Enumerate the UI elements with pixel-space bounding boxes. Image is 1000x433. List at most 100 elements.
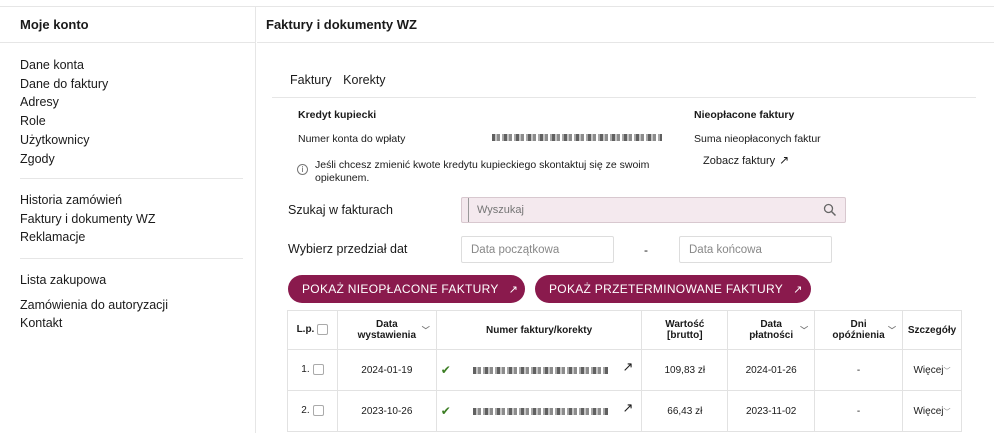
header-lp-label: L.p. <box>296 324 315 336</box>
sidebar-item-zamowienia-do-autoryzacji[interactable]: Zamówienia do autoryzacji <box>20 296 168 315</box>
account-sidebar: Moje konto Dane konta Dane do faktury Ad… <box>0 6 256 433</box>
chevron-down-icon: ﹀ <box>421 326 430 335</box>
row-lp-label: 1. <box>301 364 310 376</box>
arrow-up-right-icon: ↗ <box>508 283 519 296</box>
header-value-line1: Wartość <box>665 319 705 330</box>
row-value: 66,43 zł <box>641 390 729 432</box>
show-unpaid-button-label: POKAŻ NIEOPŁACONE FAKTURY <box>302 282 499 296</box>
row-invoice-number: ✔ ↗ <box>435 390 643 432</box>
view-invoices-link[interactable]: Zobacz faktury ↗ <box>703 153 789 167</box>
header-delay-line2: opóźnienia <box>832 330 885 341</box>
sidebar-item-dane-konta[interactable]: Dane konta <box>20 56 108 75</box>
date-range-label: Wybierz przedział dat <box>288 242 408 256</box>
tabs-divider <box>272 97 976 98</box>
header-value-line2: [brutto] <box>667 330 703 341</box>
more-link-label: Więcej <box>913 364 944 376</box>
more-link[interactable]: Więcej﹀ <box>913 406 950 417</box>
header-issue-date[interactable]: Data wystawienia ﹀ <box>336 310 437 350</box>
chevron-down-icon: ﹀ <box>943 407 951 416</box>
unpaid-sum-label: Suma nieopłaconych faktur <box>694 133 821 145</box>
show-overdue-button[interactable]: POKAŻ PRZETERMINOWANE FAKTURY ↗ <box>535 275 811 303</box>
invoices-table: L.p. Data wystawienia ﹀ Numer faktury/kore… <box>287 310 963 432</box>
select-all-checkbox[interactable] <box>317 324 329 336</box>
arrow-up-right-icon: ↗ <box>779 153 790 167</box>
chevron-down-icon: ﹀ <box>800 326 809 335</box>
sidebar-separator <box>20 178 243 179</box>
sidebar-item-faktury[interactable]: Faktury i dokumenty WZ <box>20 210 155 229</box>
header-issue-date-line1: Data <box>376 319 398 330</box>
header-issue-date-line2: wystawienia <box>357 330 417 341</box>
row-issue-date: 2024-01-19 <box>336 349 437 391</box>
row-lp: 1. <box>287 349 338 391</box>
header-details: Szczegóły <box>901 310 963 350</box>
table-row: 1. 2024-01-19 ✔ ↗ 109,83 zł 2024-01-26 -… <box>287 349 963 391</box>
more-link[interactable]: Więcej﹀ <box>913 365 950 376</box>
info-icon: i <box>297 164 308 175</box>
row-lp-label: 2. <box>301 405 310 417</box>
sidebar-item-adresy[interactable]: Adresy <box>20 93 108 112</box>
account-number-label: Numer konta do wpłaty <box>298 133 406 145</box>
check-icon: ✔ <box>440 363 451 377</box>
more-link-label: Więcej <box>913 405 944 417</box>
row-invoice-number: ✔ ↗ <box>435 349 643 391</box>
search-label: Szukaj w fakturach <box>288 203 393 217</box>
header-number: Numer faktury/korekty <box>435 310 643 350</box>
row-issue-date: 2023-10-26 <box>336 390 437 432</box>
sidebar-item-reklamacje[interactable]: Reklamacje <box>20 228 155 247</box>
date-separator: - <box>644 243 648 257</box>
check-icon: ✔ <box>440 404 451 418</box>
arrow-up-right-icon[interactable]: ↗ <box>622 401 633 416</box>
header-value: Wartość [brutto] <box>641 310 729 350</box>
sidebar-item-role[interactable]: Role <box>20 112 108 131</box>
tab-korekty[interactable]: Korekty <box>343 73 385 87</box>
sidebar-item-kontakt[interactable]: Kontakt <box>20 314 168 333</box>
row-details[interactable]: Więcej﹀ <box>901 390 963 432</box>
search-field <box>461 197 846 223</box>
credit-info-text: Jeśli chcesz zmienić kwote kredytu kupie… <box>315 159 650 184</box>
sidebar-item-lista-zakupowa[interactable]: Lista zakupowa <box>20 271 168 290</box>
header-pay-date-line1: Data <box>760 319 782 330</box>
row-checkbox[interactable] <box>312 405 324 417</box>
row-details[interactable]: Więcej﹀ <box>901 349 963 391</box>
invoice-number-masked <box>472 408 608 415</box>
credit-heading: Kredyt kupiecki <box>298 109 377 121</box>
sidebar-item-uzytkownicy[interactable]: Użytkownicy <box>20 131 108 150</box>
header-pay-date[interactable]: Data płatności ﹀ <box>727 310 816 350</box>
row-pay-date: 2024-01-26 <box>727 349 816 391</box>
tab-faktury[interactable]: Faktury <box>290 73 332 87</box>
sidebar-title: Moje konto <box>20 17 89 32</box>
account-number-masked <box>492 134 662 141</box>
row-checkbox[interactable] <box>312 364 324 376</box>
row-delay: - <box>814 390 903 432</box>
header-lp: L.p. <box>287 310 338 350</box>
header-delay[interactable]: Dni opóźnienia ﹀ <box>814 310 903 350</box>
show-unpaid-button[interactable]: POKAŻ NIEOPŁACONE FAKTURY ↗ <box>288 275 525 303</box>
sidebar-item-historia-zamowien[interactable]: Historia zamówień <box>20 191 155 210</box>
chevron-down-icon: ﹀ <box>887 326 896 335</box>
invoice-number-masked <box>472 367 608 374</box>
table-header-row: L.p. Data wystawienia ﹀ Numer faktury/kore… <box>287 310 963 350</box>
header-divider <box>257 42 994 43</box>
sidebar-divider <box>0 42 256 43</box>
sidebar-group-other: Lista zakupowa Zamówienia do autoryzacji… <box>20 271 168 333</box>
sidebar-group-account: Dane konta Dane do faktury Adresy Role U… <box>20 56 108 168</box>
sidebar-separator <box>20 258 243 259</box>
search-input[interactable] <box>468 198 808 222</box>
page-title: Faktury i dokumenty WZ <box>266 17 417 32</box>
view-invoices-link-text: Zobacz faktury <box>703 155 776 167</box>
header-pay-date-line2: płatności <box>749 330 794 341</box>
table-row: 2. 2023-10-26 ✔ ↗ 66,43 zł 2023-11-02 - … <box>287 390 963 432</box>
header-delay-line1: Dni <box>850 319 867 330</box>
row-pay-date: 2023-11-02 <box>727 390 816 432</box>
arrow-up-right-icon: ↗ <box>793 283 803 296</box>
row-lp: 2. <box>287 390 338 432</box>
invoice-tabs: Faktury Korekty <box>290 73 394 87</box>
sidebar-item-dane-do-faktury[interactable]: Dane do faktury <box>20 75 108 94</box>
sidebar-item-zgody[interactable]: Zgody <box>20 150 108 169</box>
show-overdue-button-label: POKAŻ PRZETERMINOWANE FAKTURY <box>549 282 784 296</box>
search-icon[interactable] <box>823 203 837 217</box>
sidebar-group-orders: Historia zamówień Faktury i dokumenty WZ… <box>20 191 155 247</box>
date-start-input[interactable]: Data początkowa <box>461 236 614 263</box>
arrow-up-right-icon[interactable]: ↗ <box>622 360 633 375</box>
date-end-input[interactable]: Data końcowa <box>679 236 832 263</box>
